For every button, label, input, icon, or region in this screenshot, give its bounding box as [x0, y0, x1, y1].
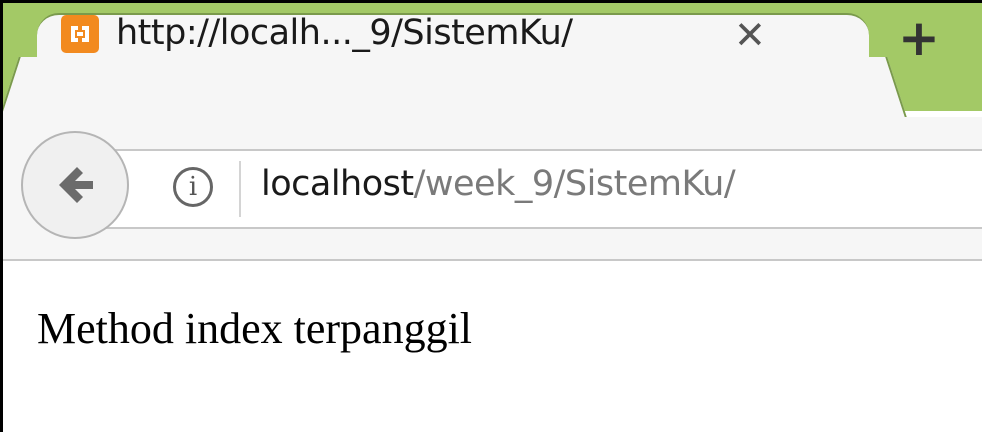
tab-title[interactable]: http://localh..._9/SistemKu/: [116, 13, 573, 53]
address-separator: [239, 161, 241, 217]
info-icon[interactable]: i: [173, 167, 213, 207]
back-button[interactable]: [21, 131, 129, 239]
back-arrow-icon: [59, 167, 93, 203]
url-text[interactable]: localhost/week_9/SistemKu/: [261, 164, 736, 204]
new-tab-button[interactable]: +: [898, 9, 940, 67]
url-path: /week_9/SistemKu/: [413, 164, 736, 204]
page-text: Method index terpanggil: [37, 304, 473, 353]
xampp-icon: [61, 15, 99, 53]
browser-window: http://localh..._9/SistemKu/ ✕ + i local…: [0, 0, 982, 432]
close-icon[interactable]: ✕: [734, 13, 766, 57]
url-host: localhost: [261, 164, 414, 204]
